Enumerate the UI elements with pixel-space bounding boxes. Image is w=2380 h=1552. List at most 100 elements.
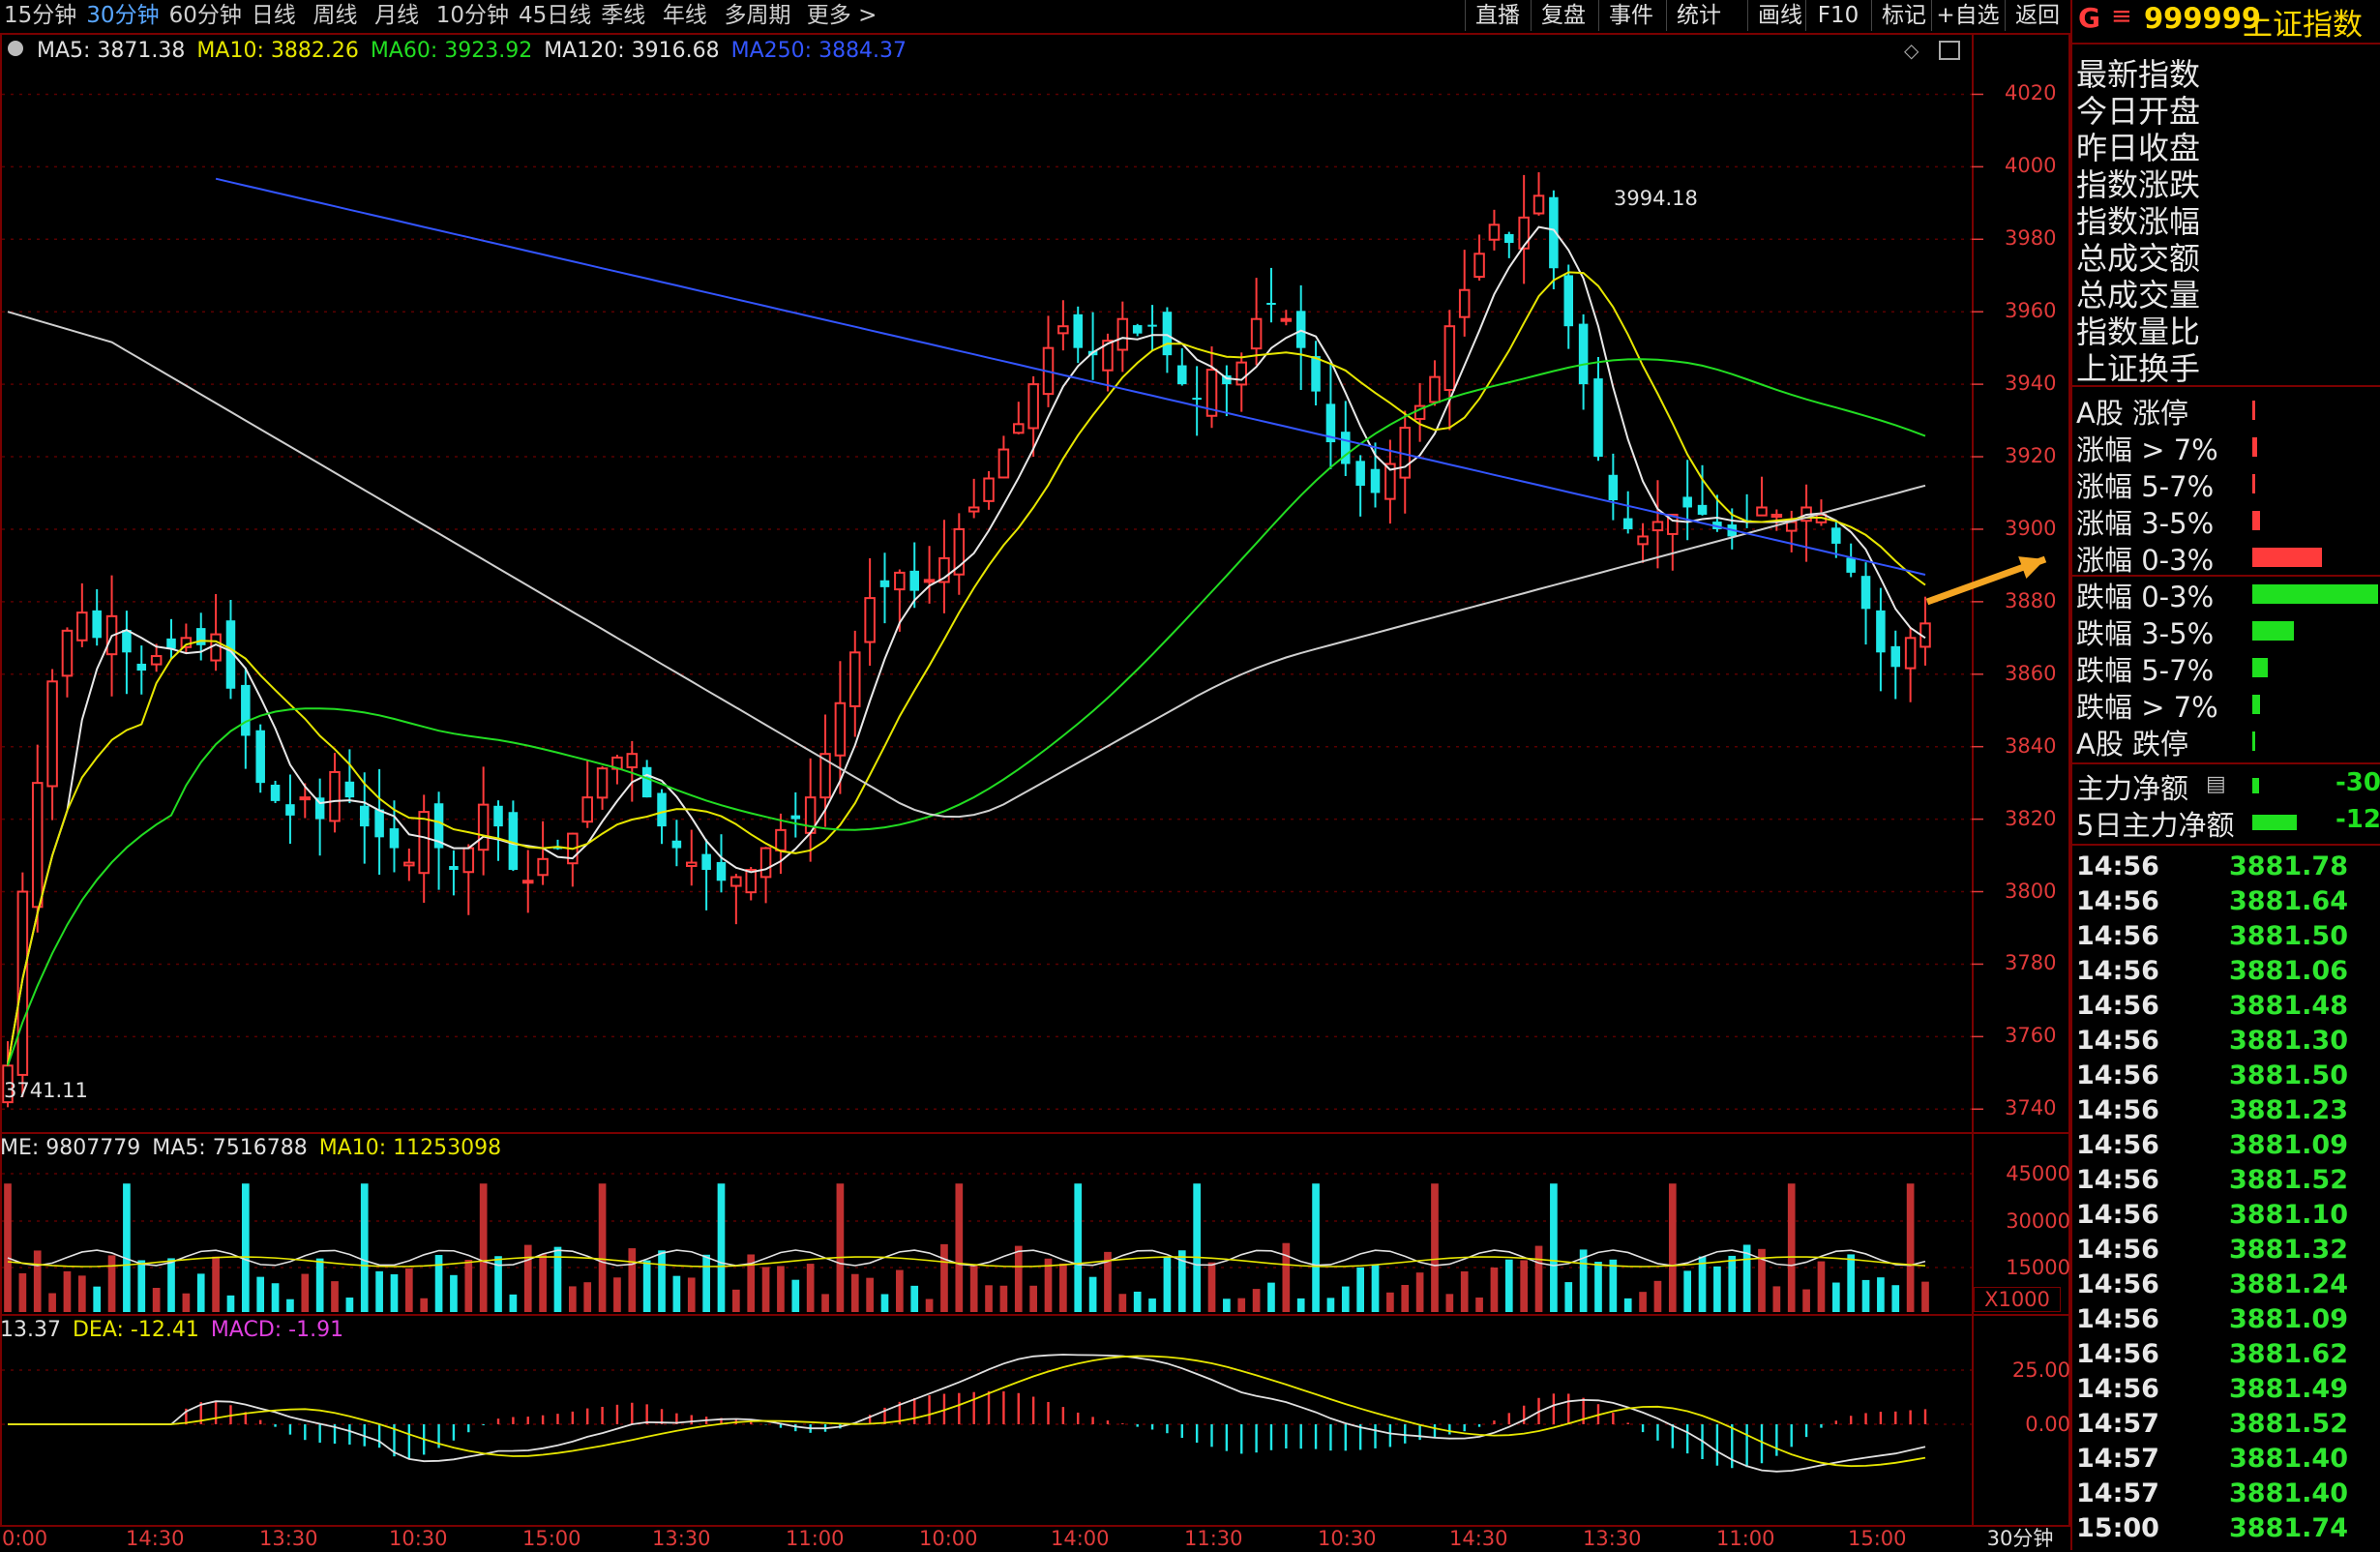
volume-bar [1133, 1291, 1142, 1312]
candle [953, 513, 966, 595]
tick-time: 14:57 [2076, 1409, 2159, 1439]
tick-price: 3881.50 [2229, 921, 2348, 951]
volume-bar [613, 1277, 621, 1312]
volume-bar [315, 1258, 324, 1312]
tick-price: 3881.10 [2229, 1200, 2348, 1230]
candle [255, 724, 265, 793]
candle [552, 839, 563, 851]
candle [285, 774, 295, 844]
candle [967, 478, 980, 519]
breadth-label: 涨幅 0-3% [2076, 544, 2215, 577]
tick-time: 14:56 [2076, 1060, 2159, 1090]
panel-separator [2072, 844, 2380, 846]
volume-bar [256, 1276, 265, 1312]
volume-bar [896, 1269, 904, 1312]
candle [657, 789, 667, 845]
breadth-label: 跌幅 3-5% [2076, 617, 2215, 650]
volume-bar [806, 1264, 815, 1312]
candle [46, 669, 58, 821]
candle [879, 552, 890, 624]
volume-bar [1029, 1285, 1037, 1312]
volume-bar [1534, 1245, 1543, 1312]
candle [1311, 341, 1321, 406]
macd-axis-label: 0.00 [2025, 1413, 2070, 1436]
volume-bar [360, 1183, 369, 1312]
candle [241, 667, 251, 769]
volume-bar [1787, 1183, 1796, 1312]
volume-bar [1193, 1183, 1201, 1312]
candle [1042, 315, 1055, 407]
volume-bar [539, 1254, 547, 1312]
volume-bar [1594, 1262, 1602, 1312]
volume-bar [1148, 1298, 1156, 1312]
time-axis-label: 11:30 [1184, 1527, 1243, 1550]
tick-price: 3881.48 [2229, 991, 2348, 1021]
volume-bar [1371, 1265, 1380, 1312]
volume-bar [1118, 1294, 1127, 1312]
quote-panel: G ≡ 999999 上证指数 最新指数 今日开盘 昨日收盘 指数涨跌 指数涨幅 总成交额… [2070, 0, 2380, 1550]
volume-bar [1653, 1280, 1662, 1312]
tick-time: 14:56 [2076, 1269, 2159, 1299]
volume-bar [836, 1183, 845, 1312]
macd-axis-label: 25.00 [2011, 1358, 2070, 1382]
candle [210, 593, 222, 672]
volume-bar [1817, 1261, 1826, 1312]
price-grid [2, 93, 1983, 1425]
tick-time: 14:56 [2076, 1200, 2159, 1230]
candle [1904, 627, 1917, 702]
breadth-label: 涨幅 > 7% [2076, 433, 2218, 466]
panel-separator [2072, 762, 2380, 764]
period-label[interactable]: 30分钟 [1974, 1523, 2067, 1552]
candle [16, 872, 29, 1097]
volume-bar [1683, 1270, 1692, 1312]
time-axis-label: 13:30 [259, 1527, 318, 1550]
candle [1622, 491, 1633, 534]
tick-time: 14:56 [2076, 851, 2159, 881]
candle [374, 768, 384, 876]
tick-time: 14:56 [2076, 921, 2159, 951]
menu-icon[interactable]: ≡ [2111, 2, 2132, 31]
breadth-label: 跌幅 > 7% [2076, 691, 2218, 724]
volume-bar [1415, 1272, 1424, 1312]
candle [1800, 484, 1812, 562]
tick-price: 3881.52 [2229, 1165, 2348, 1195]
candle [1518, 174, 1530, 284]
volume-bar [1861, 1279, 1870, 1312]
volume-bar [1802, 1289, 1810, 1312]
tick-time: 14:56 [2076, 991, 2159, 1021]
candle [1532, 172, 1545, 216]
volume-bar [642, 1260, 651, 1312]
volume-bar [1921, 1281, 1929, 1312]
candle [195, 612, 206, 661]
volume-bar [1623, 1298, 1632, 1312]
candle [1147, 305, 1157, 351]
candle [1073, 306, 1083, 364]
candle [1132, 323, 1143, 337]
candle [1429, 360, 1441, 406]
panel-separator [2072, 385, 2380, 387]
time-axis-label: 13:30 [652, 1527, 711, 1550]
volume-bar [583, 1282, 592, 1312]
candle [1057, 300, 1069, 351]
volume-bar [152, 1288, 161, 1312]
candle [1355, 455, 1365, 517]
breadth-bar [2252, 731, 2255, 751]
volume-bar [1504, 1259, 1513, 1312]
tick-time: 14:57 [2076, 1478, 2159, 1508]
volume-bar [226, 1295, 235, 1312]
volume-bar [1074, 1183, 1083, 1312]
volume-bar [1728, 1255, 1737, 1312]
volume-bar [1312, 1183, 1320, 1312]
info-icon[interactable]: ▤ [2206, 772, 2226, 796]
candle [1890, 630, 1901, 700]
tick-time: 14:56 [2076, 1130, 2159, 1160]
tick-time: 14:56 [2076, 886, 2159, 916]
breadth-bar [2252, 658, 2268, 677]
candle [418, 794, 430, 904]
candle [1192, 366, 1202, 436]
candle [716, 834, 727, 893]
candle [508, 800, 519, 872]
candle [270, 780, 281, 804]
volume-bar [1088, 1276, 1097, 1312]
breadth-label: 涨幅 5-7% [2076, 470, 2215, 503]
